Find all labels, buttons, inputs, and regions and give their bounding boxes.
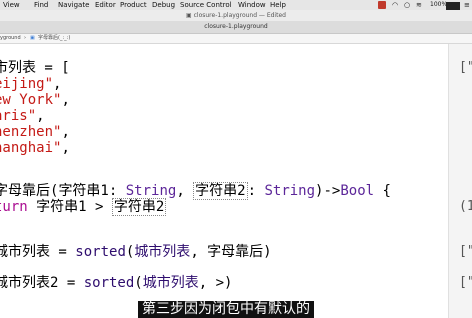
wifi-signal-icon[interactable]: ≋ [416,1,422,9]
code-line: hanghai", [0,140,70,156]
function-name: sorted [83,275,135,291]
result-value[interactable]: ["S [459,275,472,290]
code-text: , [61,124,70,140]
code-line: 市列表 = [ [0,60,70,76]
code-text: : [247,183,265,199]
tab-bar[interactable]: closure-1.playground [0,21,472,34]
string-literal: henzhen" [0,124,62,140]
menu-product[interactable]: Product [120,0,147,10]
code-text: : [108,183,126,199]
code-text: , >) [198,275,233,291]
code-text: 字母靠后( [0,183,59,199]
menu-window[interactable]: Window [238,0,266,10]
string-literal: eijing" [0,76,54,92]
code-text: )-> [315,183,341,199]
battery-icon[interactable] [446,2,460,10]
menu-debug[interactable]: Debug [152,0,175,10]
menu-editor[interactable]: Editor [95,0,116,10]
results-sidebar: [" (1 ["S ["S [448,44,472,318]
search-icon[interactable]: ○ [404,1,410,9]
jump-bar: yground › ▣ 字母靠后(_:_:) [0,34,472,44]
menu-navigate[interactable]: Navigate [58,0,89,10]
code-text: , 字母靠后) [190,244,272,260]
result-value[interactable]: [" [459,60,472,75]
menu-view[interactable]: View [3,0,20,10]
code-line: ew York", [0,92,70,108]
menu-bar: View Find Navigate Editor Product Debug … [0,0,472,10]
record-icon[interactable] [378,1,386,9]
video-subtitle: 第三步因为闭包中有默认的 [138,301,314,318]
string-literal: ew York" [0,92,62,108]
jumpbar-chevron-icon: › [24,35,26,41]
code-text: 城市列表2 = [0,275,84,291]
code-text: , [36,108,45,124]
param-name: 字符串2 [193,182,248,200]
result-value[interactable]: (1 [459,199,472,214]
code-line: turn 字符串1 > 字符串2 [0,198,167,216]
code-text: 市列表 = [ [0,60,70,76]
code-text: { [374,183,391,199]
menu-source-control[interactable]: Source Control [180,0,232,10]
code-line: 城市列表 = sorted(城市列表, 字母靠后) [0,244,272,260]
type-name: String [125,183,177,199]
window-title: closure-1.playground — Edited [193,12,286,19]
jumpbar-symbol[interactable]: 字母靠后(_:_:) [38,34,70,43]
menu-find[interactable]: Find [34,0,48,10]
param-name: 字符串2 [111,198,167,216]
list-icon[interactable]: ≡ [464,1,470,9]
type-name: Bool [340,183,375,199]
code-text: , [53,76,62,92]
code-text: ( [134,275,143,291]
param-name: 字符串1 [58,183,109,199]
code-text: , [61,92,70,108]
menu-help[interactable]: Help [270,0,286,10]
tab-title[interactable]: closure-1.playground [204,23,267,30]
variable-ref: 城市列表 [134,244,191,260]
jumpbar-method-icon: ▣ [30,35,35,41]
code-line: henzhen", [0,124,70,140]
code-line: eijing", [0,76,61,92]
code-line: 城市列表2 = sorted(城市列表, >) [0,275,232,291]
jumpbar-file[interactable]: yground [0,34,21,43]
code-text: 字符串1 > [27,199,112,215]
variable-ref: 城市列表 [142,275,199,291]
code-text: 城市列表 = [0,244,76,260]
window-title-bar: ▣ closure-1.playground — Edited [0,10,472,21]
string-literal: aris" [0,108,37,124]
code-text: , [176,183,194,199]
code-line: 字母靠后(字符串1: String, 字符串2: String)->Bool { [0,182,391,200]
playground-file-icon: ▣ [186,12,194,19]
wifi-icon[interactable]: ◠ [392,1,398,9]
keyword: turn [0,199,28,215]
code-text: , [61,140,70,156]
code-editor[interactable]: 市列表 = [ eijing", ew York", aris", henzhe… [0,44,448,318]
result-value[interactable]: ["S [459,244,472,259]
code-line: aris", [0,108,45,124]
type-name: String [264,183,316,199]
battery-percent: 100% [430,1,448,8]
function-name: sorted [75,244,126,260]
string-literal: hanghai" [0,140,62,156]
